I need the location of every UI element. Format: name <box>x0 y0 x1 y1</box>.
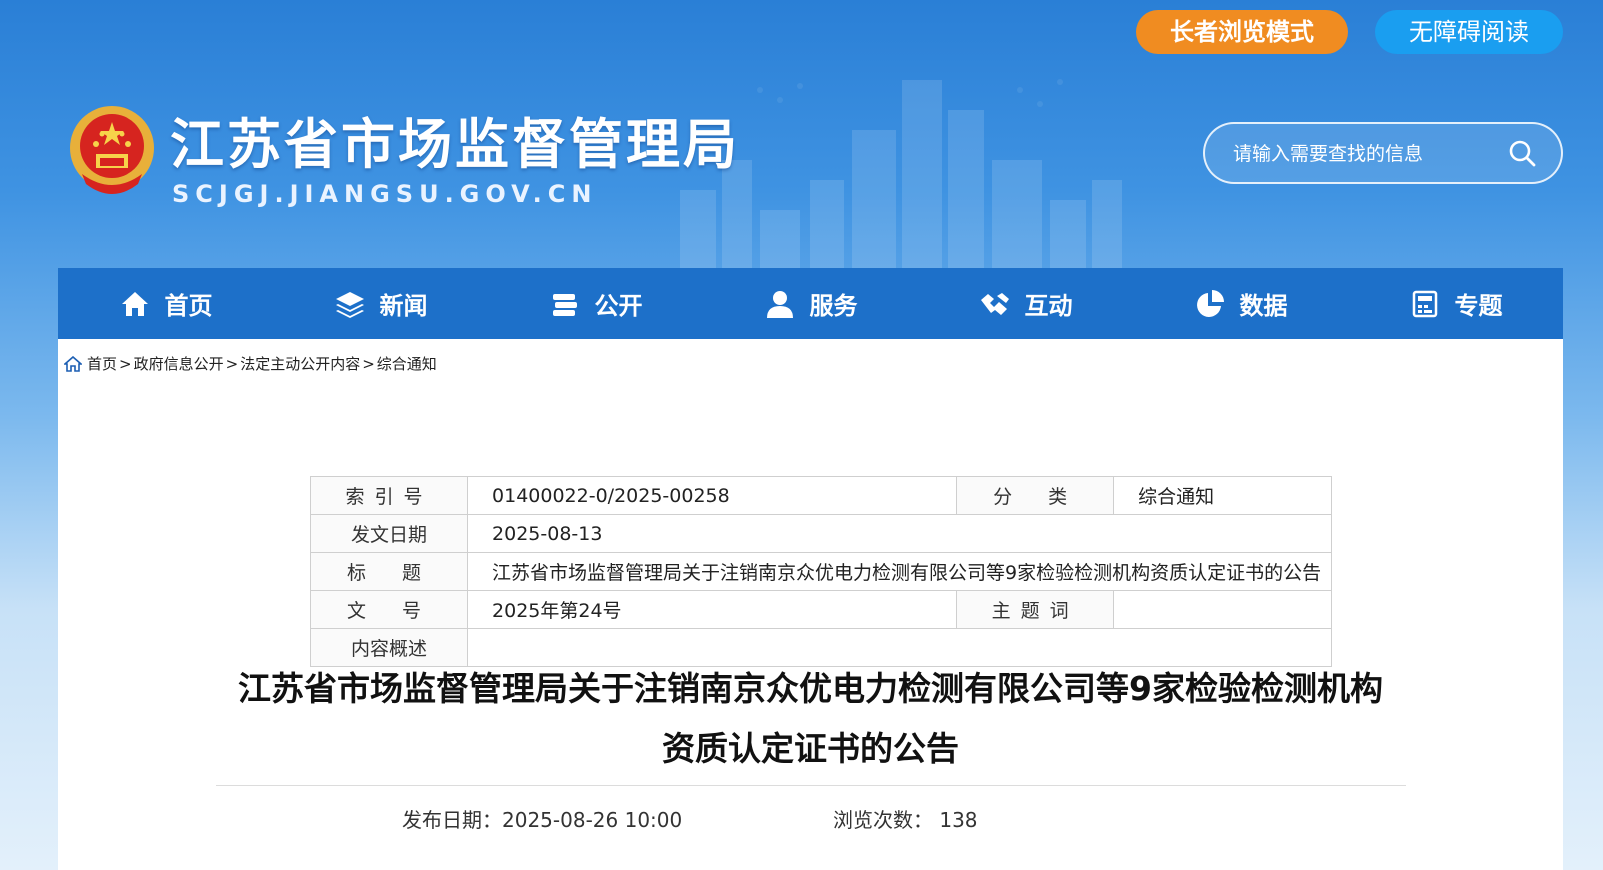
breadcrumb-separator: > <box>362 354 375 373</box>
keywords-value <box>1113 590 1333 629</box>
breadcrumb-link-statutory[interactable]: 法定主动公开内容 <box>240 353 360 374</box>
index-value: 01400022-0/2025-00258 <box>467 476 958 515</box>
view-count: 浏览次数： 138 <box>833 804 978 833</box>
handshake-icon <box>980 292 1009 315</box>
keywords-label: 主题词 <box>956 590 1115 629</box>
content-panel: 首页 > 政府信息公开 > 法定主动公开内容 > 综合通知 索引号 014000… <box>58 339 1563 870</box>
nav-item-interact[interactable]: 互动 <box>918 268 1133 339</box>
breadcrumb-link-home[interactable]: 首页 <box>87 353 117 374</box>
view-count-label: 浏览次数： <box>833 808 933 832</box>
search-box <box>1203 122 1563 184</box>
breadcrumb-separator: > <box>119 354 132 373</box>
title-divider <box>216 785 1406 786</box>
nav-item-data[interactable]: 数据 <box>1133 268 1348 339</box>
search-input[interactable] <box>1233 136 1503 172</box>
breadcrumb-separator: > <box>225 354 239 373</box>
nav-item-topics[interactable]: 专题 <box>1348 268 1563 339</box>
nav-item-home[interactable]: 首页 <box>58 268 273 339</box>
elder-mode-button[interactable]: 长者浏览模式 <box>1136 10 1348 54</box>
document-info-table: 索引号 01400022-0/2025-00258 分类 综合通知 发文日期 2… <box>309 476 1333 667</box>
pie-chart-icon <box>1196 289 1224 317</box>
publish-date-value: 2025-08-26 10:00 <box>502 808 683 832</box>
index-label: 索引号 <box>309 476 469 515</box>
breadcrumb: 首页 > 政府信息公开 > 法定主动公开内容 > 综合通知 <box>64 353 437 374</box>
article-title-line1: 江苏省市场监督管理局关于注销南京众优电力检测有限公司等9家检验检测机构 <box>238 669 1383 708</box>
user-icon <box>766 290 793 318</box>
nav-label: 专题 <box>1454 292 1503 320</box>
publish-date: 发布日期：2025-08-26 10:00 <box>402 804 682 833</box>
nav-label: 首页 <box>164 292 213 320</box>
site-header: 长者浏览模式 无障碍阅读 江苏省市场监督管理局 SCJGJ.JIANGSU.GO… <box>0 0 1603 268</box>
category-label: 分类 <box>956 476 1115 515</box>
category-value: 综合通知 <box>1113 476 1333 515</box>
documents-icon <box>552 293 577 316</box>
calculator-icon <box>1412 290 1437 317</box>
site-domain: SCJGJ.JIANGSU.GOV.CN <box>172 180 598 208</box>
doc-number-label: 文号 <box>309 590 469 629</box>
layers-icon <box>335 291 364 318</box>
nav-item-news[interactable]: 新闻 <box>273 268 488 339</box>
nav-label: 服务 <box>809 292 858 320</box>
nav-label: 数据 <box>1239 292 1288 320</box>
nav-item-public[interactable]: 公开 <box>488 268 703 339</box>
main-nav: 首页 新闻 公开 服务 互动 数据 专题 <box>58 268 1563 339</box>
doc-number-value: 2025年第24号 <box>467 590 958 629</box>
breadcrumb-link-general-notice[interactable]: 综合通知 <box>377 353 437 374</box>
title-value: 江苏省市场监督管理局关于注销南京众优电力检测有限公司等9家检验检测机构资质认定证… <box>467 552 1333 591</box>
nav-label: 互动 <box>1024 292 1073 320</box>
search-icon[interactable] <box>1507 138 1537 168</box>
nav-label: 新闻 <box>379 292 428 320</box>
national-emblem-logo <box>70 106 154 194</box>
site-title: 江苏省市场监督管理局 <box>170 113 740 176</box>
nav-label: 公开 <box>594 292 643 320</box>
issue-date-label: 发文日期 <box>309 514 469 553</box>
nav-item-service[interactable]: 服务 <box>703 268 918 339</box>
title-label: 标题 <box>309 552 469 591</box>
breadcrumb-link-gov-info[interactable]: 政府信息公开 <box>134 353 224 374</box>
breadcrumb-home-icon <box>64 355 82 372</box>
home-icon <box>121 291 148 316</box>
article-title: 江苏省市场监督管理局关于注销南京众优电力检测有限公司等9家检验检测机构 资质认定… <box>208 659 1413 779</box>
article-title-line2: 资质认定证书的公告 <box>662 729 959 768</box>
publish-date-label: 发布日期： <box>402 808 502 832</box>
accessibility-reading-button[interactable]: 无障碍阅读 <box>1375 10 1563 54</box>
view-count-value: 138 <box>939 808 978 832</box>
issue-date-value: 2025-08-13 <box>467 514 1333 553</box>
